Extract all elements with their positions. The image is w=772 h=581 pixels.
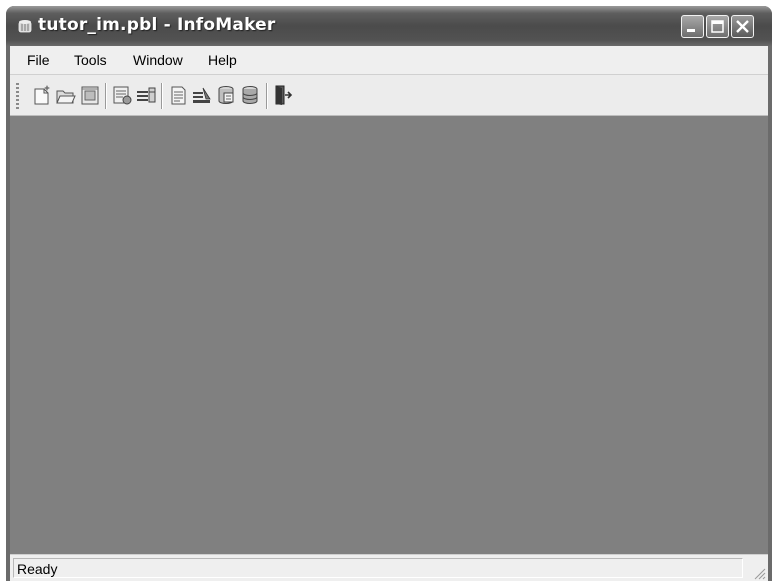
- title-bar[interactable]: tutor_im.pbl - InfoMaker: [6, 6, 772, 46]
- pipeline-icon[interactable]: [191, 84, 213, 106]
- status-pane: Ready: [13, 558, 743, 578]
- minimize-icon: [687, 29, 695, 32]
- form-icon[interactable]: [135, 84, 157, 106]
- toolbar-grip[interactable]: [16, 83, 19, 109]
- toolbar-separator: [105, 83, 106, 109]
- toolbar-separator: [266, 83, 267, 109]
- app-icon: [18, 20, 32, 33]
- database-icon[interactable]: [239, 84, 261, 106]
- menu-help[interactable]: Help: [208, 52, 237, 68]
- maximize-icon: [711, 20, 724, 33]
- menu-file[interactable]: File: [27, 52, 50, 68]
- app-window: tutor_im.pbl - InfoMaker File Tools Wind…: [6, 6, 772, 581]
- menu-tools[interactable]: Tools: [74, 52, 107, 68]
- toolbar-separator: [161, 83, 162, 109]
- close-icon: [736, 20, 749, 33]
- menu-window[interactable]: Window: [133, 52, 183, 68]
- menu-bar: File Tools Window Help: [10, 46, 768, 75]
- new-icon[interactable]: [31, 84, 53, 106]
- toolbar: [10, 75, 768, 116]
- window-title: tutor_im.pbl - InfoMaker: [38, 15, 276, 35]
- maximize-button[interactable]: [706, 15, 729, 38]
- report-icon[interactable]: [111, 84, 133, 106]
- database-painter-icon[interactable]: [215, 84, 237, 106]
- minimize-button[interactable]: [681, 15, 704, 38]
- mdi-client-area[interactable]: [10, 116, 768, 554]
- exit-icon[interactable]: [272, 84, 294, 106]
- status-text: Ready: [17, 561, 58, 577]
- resize-grip-icon[interactable]: [752, 566, 766, 580]
- open-icon[interactable]: [55, 84, 77, 106]
- status-bar: Ready: [10, 554, 768, 581]
- close-button[interactable]: [731, 15, 754, 38]
- inherit-icon[interactable]: [79, 84, 101, 106]
- query-icon[interactable]: [167, 84, 189, 106]
